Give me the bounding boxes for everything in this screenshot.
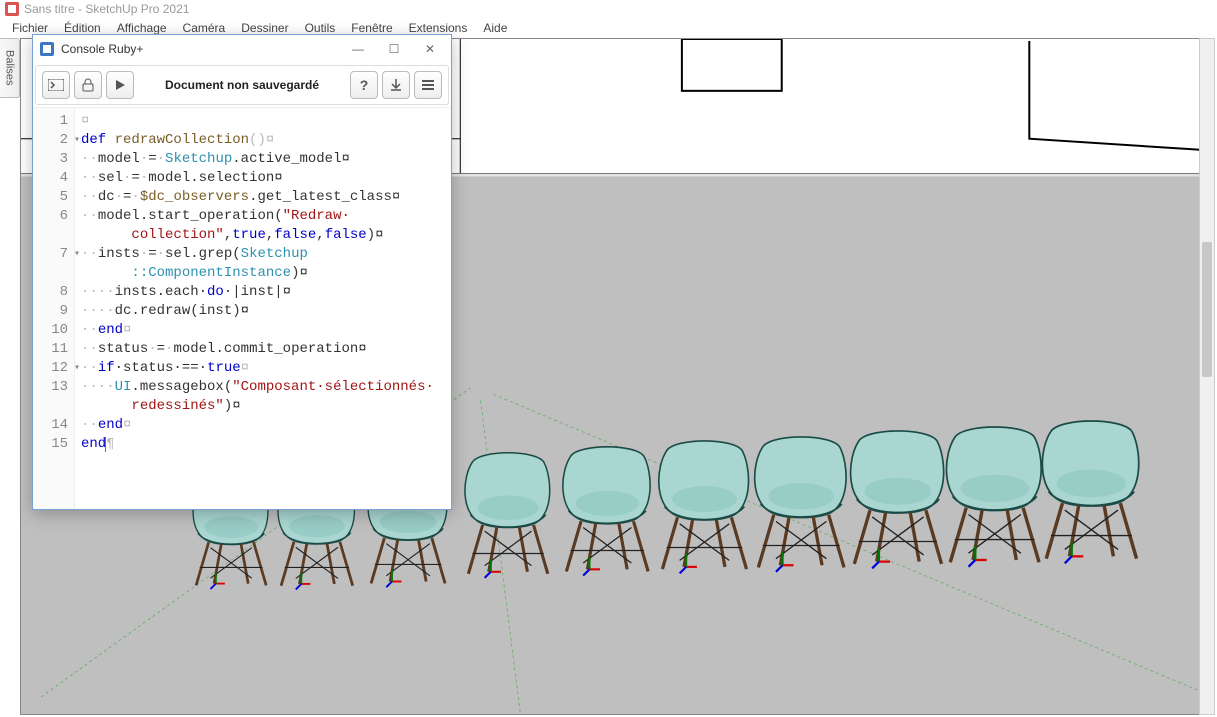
line-number	[33, 397, 68, 416]
code-line: ··if·status·==·true¤	[81, 359, 445, 378]
code-line: ····UI.messagebox("Composant·sélectionné…	[81, 378, 445, 397]
console-title-text: Console Ruby+	[61, 42, 143, 56]
code-area[interactable]: ¤def redrawCollection()¤··model·=·Sketch…	[75, 108, 451, 509]
line-number: 12	[33, 359, 68, 378]
viewport-vertical-scrollbar[interactable]	[1199, 38, 1215, 715]
chair-instance	[563, 447, 650, 576]
help-icon: ?	[360, 77, 369, 93]
terminal-icon	[48, 79, 64, 91]
code-line: collection",true,false,false)¤	[81, 226, 445, 245]
line-number: 14	[33, 416, 68, 435]
line-number: 11	[33, 340, 68, 359]
code-line: def redrawCollection()¤	[81, 131, 445, 150]
save-download-button[interactable]	[382, 71, 410, 99]
sketchup-logo-icon	[4, 1, 20, 17]
console-toggle-button[interactable]	[42, 71, 70, 99]
balises-tray-tab[interactable]: Balises	[0, 38, 20, 98]
code-line: ··model·=·Sketchup.active_model¤	[81, 150, 445, 169]
minimize-button[interactable]: —	[343, 39, 373, 59]
lock-icon	[81, 78, 95, 92]
app-root: Sans titre - SketchUp Pro 2021 Fichier É…	[0, 0, 1217, 717]
sketchup-logo-icon	[39, 41, 55, 57]
code-line: ··model.start_operation("Redraw·	[81, 207, 445, 226]
play-icon	[114, 79, 126, 91]
line-number	[33, 226, 68, 245]
code-line: ¤	[81, 112, 445, 131]
menu-button[interactable]	[414, 71, 442, 99]
code-line: redessinés")¤	[81, 397, 445, 416]
menu-item[interactable]: Aide	[475, 19, 515, 37]
line-number	[33, 264, 68, 283]
line-number: 5	[33, 188, 68, 207]
line-number: 8	[33, 283, 68, 302]
console-status-text: Document non sauvegardé	[138, 78, 346, 92]
main-title-text: Sans titre - SketchUp Pro 2021	[24, 2, 189, 16]
code-line: ··dc·=·$dc_observers.get_latest_class¤	[81, 188, 445, 207]
code-line: ····dc.redraw(inst)¤	[81, 302, 445, 321]
line-number: 3	[33, 150, 68, 169]
chair-instance	[851, 431, 944, 568]
console-toolbar: Document non sauvegardé ?	[35, 65, 449, 105]
line-number: 1	[33, 112, 68, 131]
console-titlebar[interactable]: Console Ruby+ — ☐ ✕	[33, 35, 451, 63]
chair-instance	[1042, 421, 1138, 563]
download-icon	[389, 78, 403, 92]
code-line: end¶	[81, 435, 445, 454]
maximize-button[interactable]: ☐	[379, 39, 409, 59]
ruby-console-window: Console Ruby+ — ☐ ✕ Document non sauvega…	[32, 34, 452, 510]
code-line: ··insts·=·sel.grep(Sketchup	[81, 245, 445, 264]
chair-instance	[946, 427, 1041, 567]
chair-instance	[659, 441, 749, 573]
code-line: ····insts.each·do·|inst|¤	[81, 283, 445, 302]
line-number: 4	[33, 169, 68, 188]
help-button[interactable]: ?	[350, 71, 378, 99]
chair-instance	[465, 453, 550, 578]
line-number-gutter: 123456 7 8910111213 1415	[33, 108, 75, 509]
scrollbar-thumb[interactable]	[1202, 242, 1212, 377]
close-button[interactable]: ✕	[415, 39, 445, 59]
chair-instance	[755, 437, 846, 572]
code-line: ::ComponentInstance)¤	[81, 264, 445, 283]
hamburger-icon	[421, 79, 435, 91]
line-number: 7	[33, 245, 68, 264]
line-number: 9	[33, 302, 68, 321]
line-number: 6	[33, 207, 68, 226]
code-line: ··status·=·model.commit_operation¤	[81, 340, 445, 359]
code-editor[interactable]: 123456 7 8910111213 1415 ¤def redrawColl…	[33, 107, 451, 509]
line-number: 15	[33, 435, 68, 454]
run-script-button[interactable]	[106, 71, 134, 99]
code-line: ··end¤	[81, 321, 445, 340]
main-titlebar: Sans titre - SketchUp Pro 2021	[0, 0, 1217, 18]
code-line: ··sel·=·model.selection¤	[81, 169, 445, 188]
code-line: ··end¤	[81, 416, 445, 435]
line-number: 2	[33, 131, 68, 150]
open-file-button[interactable]	[74, 71, 102, 99]
line-number: 13	[33, 378, 68, 397]
line-number: 10	[33, 321, 68, 340]
